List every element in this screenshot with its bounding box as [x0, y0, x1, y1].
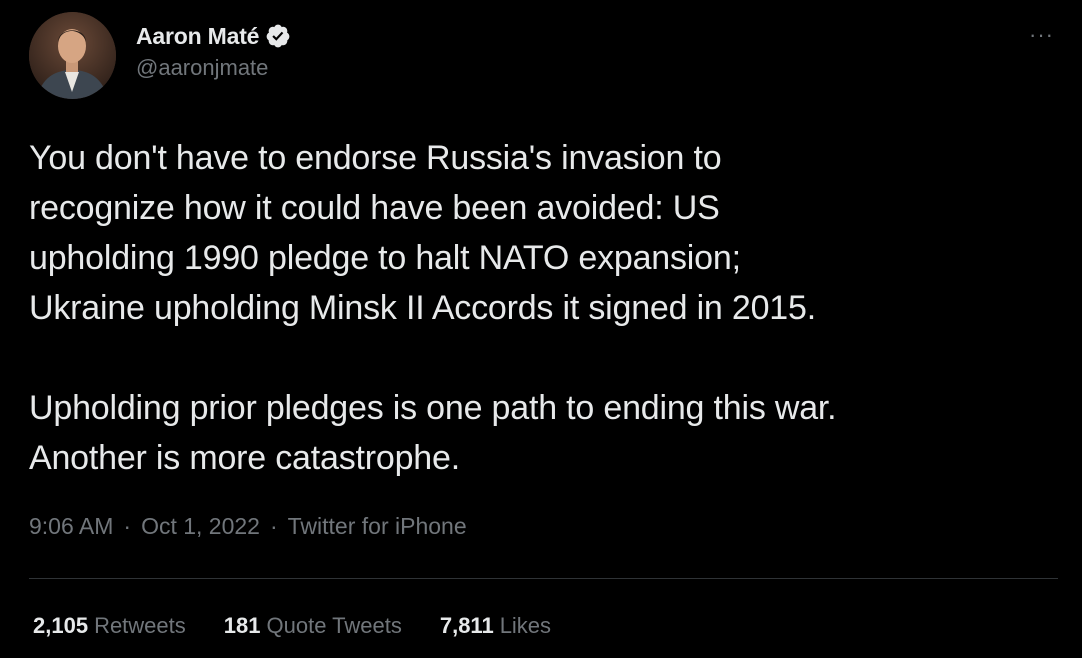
likes-label: Likes	[499, 613, 552, 638]
tweet-card: Aaron Maté @aaronjmate ··· You don't hav…	[0, 0, 1082, 658]
verified-badge-icon	[265, 23, 291, 49]
engagement-stats: 2,105 Retweets 181 Quote Tweets 7,811 Likes	[33, 613, 551, 639]
tweet-source[interactable]: Twitter for iPhone	[288, 513, 467, 540]
retweets-stat[interactable]: 2,105 Retweets	[33, 613, 186, 639]
author-handle[interactable]: @aaronjmate	[136, 55, 291, 81]
meta-separator: ·	[123, 513, 132, 539]
quote-tweets-stat[interactable]: 181 Quote Tweets	[224, 613, 402, 639]
retweets-label: Retweets	[94, 613, 186, 638]
quote-tweets-count: 181	[223, 613, 261, 638]
avatar-photo	[29, 12, 116, 99]
tweet-time[interactable]: 9:06 AM	[29, 513, 113, 540]
likes-count: 7,811	[439, 613, 494, 638]
divider	[29, 578, 1058, 579]
likes-stat[interactable]: 7,811 Likes	[440, 613, 551, 639]
avatar[interactable]	[29, 12, 116, 99]
display-name[interactable]: Aaron Maté	[136, 23, 259, 50]
quote-tweets-label: Quote Tweets	[266, 613, 402, 638]
more-options-icon[interactable]: ···	[1029, 24, 1054, 46]
tweet-date[interactable]: Oct 1, 2022	[141, 513, 260, 540]
tweet-text: You don't have to endorse Russia's invas…	[29, 139, 837, 477]
tweet-meta: 9:06 AM · Oct 1, 2022 · Twitter for iPho…	[29, 513, 467, 540]
author-info: Aaron Maté @aaronjmate	[136, 20, 291, 81]
retweets-count: 2,105	[33, 613, 89, 638]
name-row: Aaron Maté	[136, 20, 291, 52]
meta-separator: ·	[269, 513, 278, 539]
